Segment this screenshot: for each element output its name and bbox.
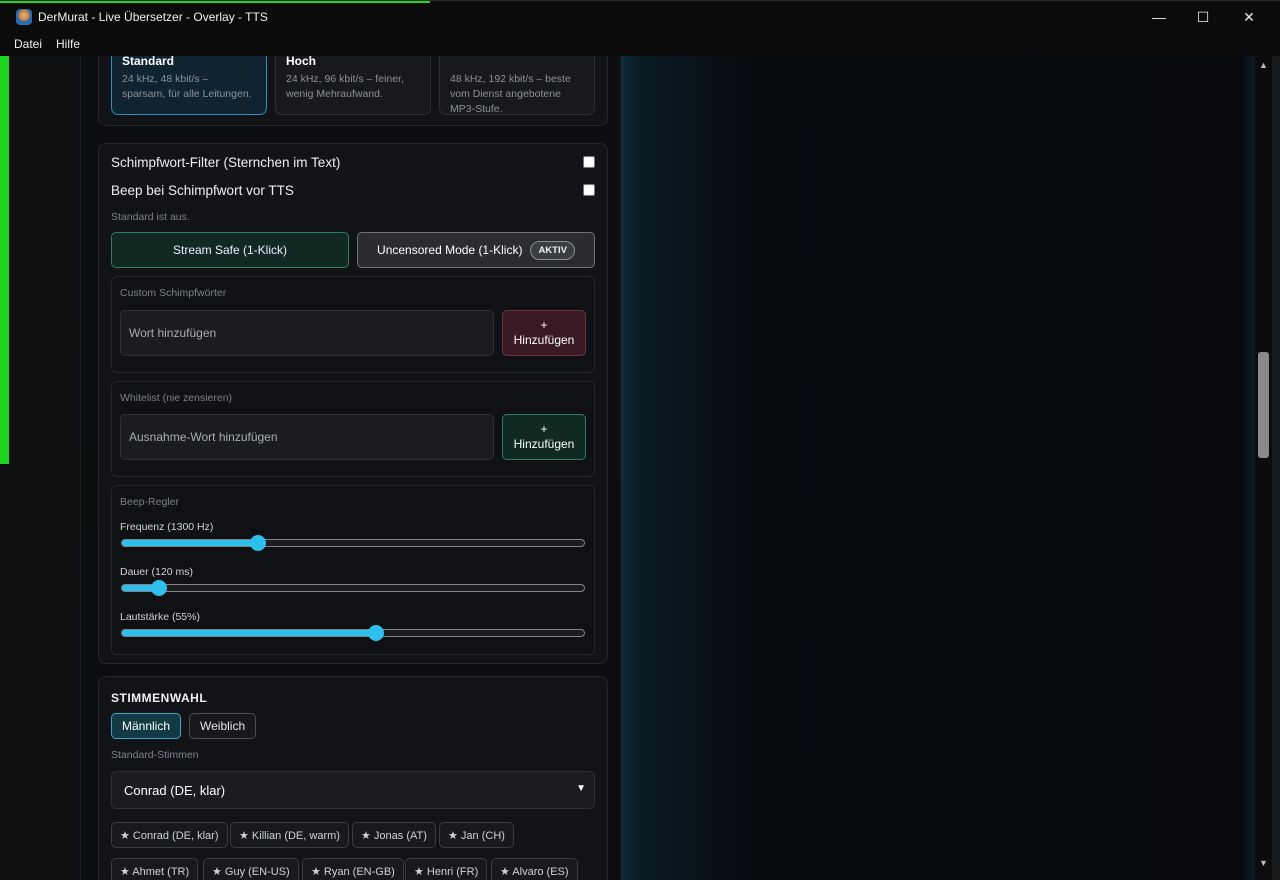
maximize-button[interactable]: ☐ <box>1180 1 1226 33</box>
settings-column[interactable]: Standard 24 kHz, 48 kbit/s – sparsam, für… <box>80 56 622 880</box>
custom-word-input[interactable]: Wort hinzufügen <box>120 310 494 356</box>
voice-chip[interactable]: ★ Henri (FR) <box>405 858 488 880</box>
minimize-button[interactable]: — <box>1136 1 1182 33</box>
whitelist-label: Whitelist (nie zensieren) <box>120 392 233 404</box>
chevron-down-icon: ▼ <box>576 783 586 794</box>
beep-controls-label: Beep-Regler <box>120 496 179 508</box>
quality-option-standard[interactable]: Standard 24 kHz, 48 kbit/s – sparsam, für… <box>111 56 267 115</box>
menu-hilfe[interactable]: Hilfe <box>49 37 87 51</box>
whitelist-input[interactable]: Ausnahme-Wort hinzufügen <box>120 414 494 460</box>
voice-selection-card: STIMMENWAHL Männlich Weiblich Standard-S… <box>98 676 608 880</box>
beep-controls-section: Beep-Regler Frequenz (1300 Hz) Dauer (12… <box>111 485 595 655</box>
add-whitelist-button[interactable]: + Hinzufügen <box>502 414 586 460</box>
window-title: DerMurat - Live Übersetzer - Overlay - T… <box>38 9 268 24</box>
quality-option-desc: 48 kHz, 192 kbit/s – beste vom Dienst ang… <box>450 73 571 115</box>
slider-knob[interactable] <box>150 580 167 596</box>
voice-chip[interactable]: ★ Guy (EN-US) <box>203 858 299 880</box>
voice-chip[interactable]: ★ Jonas (AT) <box>352 822 436 848</box>
quality-card: Standard 24 kHz, 48 kbit/s – sparsam, für… <box>98 56 608 126</box>
add-plus-icon: + <box>540 318 548 332</box>
title-bar: DerMurat - Live Übersetzer - Overlay - T… <box>0 0 1280 32</box>
scrollbar-thumb[interactable] <box>1258 352 1269 458</box>
whitelist-section: Whitelist (nie zensieren) Ausnahme-Wort … <box>111 381 595 477</box>
uncensored-mode-button[interactable]: Uncensored Mode (1-Klick) AKTIV <box>357 232 595 268</box>
uncensored-mode-label: Uncensored Mode (1-Klick) <box>377 243 523 257</box>
voice-chip[interactable]: ★ Ryan (EN-GB) <box>302 858 404 880</box>
voice-select-value: Conrad (DE, klar) <box>124 782 226 798</box>
profanity-filter-checkbox[interactable] <box>583 156 595 168</box>
volume-slider[interactable] <box>121 625 585 641</box>
add-plus-icon: + <box>540 422 548 436</box>
scroll-up-arrow-icon[interactable]: ▲ <box>1259 60 1268 70</box>
standard-voices-label: Standard-Stimmen <box>111 749 199 761</box>
add-button-label: Hinzufügen <box>513 437 575 451</box>
voice-chip[interactable]: ★ Killian (DE, warm) <box>230 822 349 848</box>
beep-checkbox[interactable] <box>583 184 595 196</box>
filter-hint: Standard ist aus. <box>111 211 190 223</box>
active-badge: AKTIV <box>530 240 575 260</box>
slider-fill <box>122 540 259 546</box>
add-custom-word-button[interactable]: + Hinzufügen <box>502 310 586 356</box>
menu-bar: Datei Hilfe <box>0 32 1280 56</box>
voice-chip[interactable]: ★ Ahmet (TR) <box>111 858 199 880</box>
voice-chip[interactable]: ★ Jan (CH) <box>439 822 514 848</box>
app-icon <box>16 8 32 25</box>
male-voice-button[interactable]: Männlich <box>111 713 182 739</box>
voice-chip[interactable]: ★ Conrad (DE, klar) <box>111 822 228 848</box>
voice-chip[interactable]: ★ Alvaro (ES) <box>491 858 578 880</box>
quality-option-best[interactable]: 48 kHz, 192 kbit/s – beste vom Dienst ang… <box>439 56 595 115</box>
scroll-down-arrow-icon[interactable]: ▼ <box>1259 858 1268 868</box>
duration-slider[interactable] <box>121 580 585 596</box>
slider-knob[interactable] <box>250 535 267 551</box>
background-accent-strip <box>0 56 9 464</box>
slider-fill <box>122 630 377 636</box>
voice-select[interactable]: Conrad (DE, klar) ▼ <box>111 771 595 809</box>
slider-knob[interactable] <box>368 625 385 641</box>
menu-datei[interactable]: Datei <box>7 37 49 51</box>
window-frame <box>1272 56 1280 880</box>
close-button[interactable]: ✕ <box>1226 1 1272 33</box>
custom-words-label: Custom Schimpfwörter <box>120 287 227 299</box>
left-background <box>0 56 80 880</box>
quality-option-name: Hoch <box>286 56 316 68</box>
custom-words-section: Custom Schimpfwörter Wort hinzufügen + H… <box>111 276 595 373</box>
section-title: STIMMENWAHL <box>111 691 208 705</box>
scrollbar[interactable] <box>1255 56 1272 874</box>
volume-label: Lautstärke (55%) <box>120 611 200 623</box>
stream-safe-button[interactable]: Stream Safe (1-Klick) <box>111 232 349 268</box>
preview-panel <box>622 56 1255 880</box>
quality-option-desc: 24 kHz, 96 kbit/s – feiner, wenig Mehrauf… <box>286 73 404 100</box>
quality-option-name: Standard <box>122 56 175 68</box>
add-button-label: Hinzufügen <box>513 333 575 347</box>
frequency-slider[interactable] <box>121 535 585 551</box>
stream-safe-label: Stream Safe (1-Klick) <box>172 243 288 257</box>
quality-option-desc: 24 kHz, 48 kbit/s – sparsam, für alle Lei… <box>122 73 252 100</box>
profanity-filter-card: Schimpfwort-Filter (Sternchen im Text) B… <box>98 143 608 664</box>
quality-option-hoch[interactable]: Hoch 24 kHz, 96 kbit/s – feiner, wenig Me… <box>275 56 431 115</box>
beep-label: Beep bei Schimpfwort vor TTS <box>111 183 294 198</box>
duration-label: Dauer (120 ms) <box>120 566 193 578</box>
frequency-label: Frequenz (1300 Hz) <box>120 521 214 533</box>
preview-glow <box>1240 56 1255 880</box>
female-voice-button[interactable]: Weiblich <box>189 713 257 739</box>
profanity-filter-label: Schimpfwort-Filter (Sternchen im Text) <box>111 155 341 170</box>
background-accent <box>0 1 430 3</box>
